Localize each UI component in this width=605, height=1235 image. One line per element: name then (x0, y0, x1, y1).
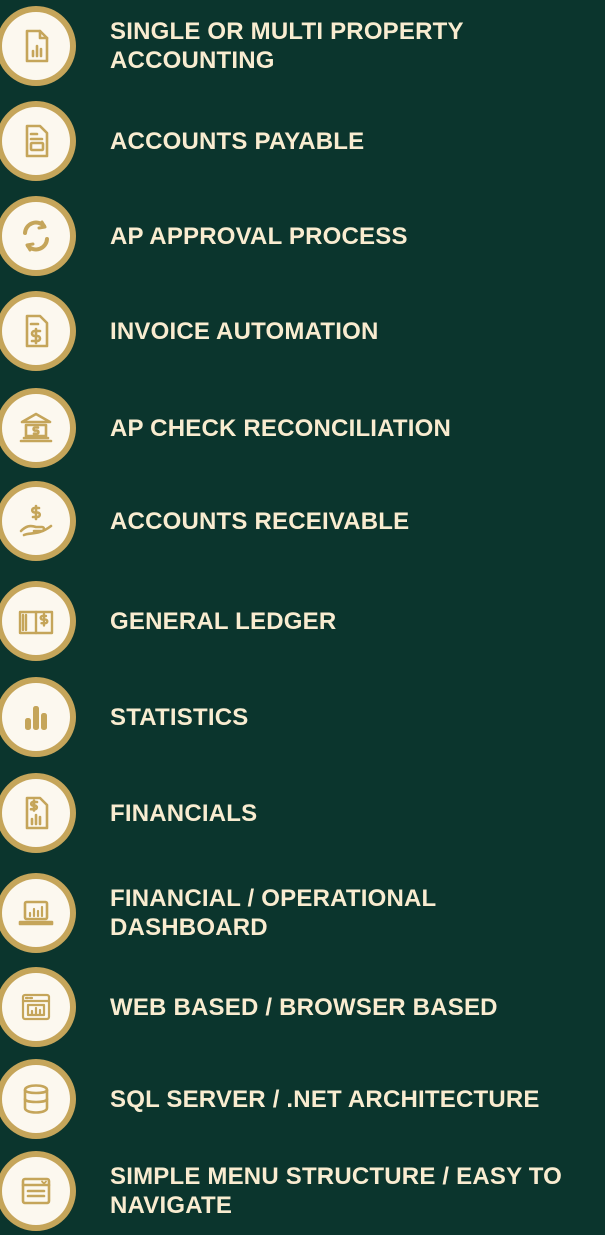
feature-item-sql-server: SQL SERVER / .NET ARCHITECTURE (0, 1059, 605, 1139)
feature-item-accounts-payable: ACCOUNTS PAYABLE (0, 101, 605, 181)
refresh-cycle-icon (2, 202, 70, 270)
feature-label: ACCOUNTS PAYABLE (110, 127, 365, 155)
feature-label: AP CHECK RECONCILIATION (110, 414, 452, 442)
feature-badge (0, 6, 76, 86)
feature-badge (0, 1059, 76, 1139)
feature-badge (0, 873, 76, 953)
feature-label: FINANCIAL / OPERATIONAL DASHBOARD (110, 885, 436, 941)
feature-list: SINGLE OR MULTI PROPERTY ACCOUNTING ACCO… (0, 0, 605, 1235)
feature-badge (0, 773, 76, 853)
feature-item-invoice-automation: INVOICE AUTOMATION (0, 291, 605, 371)
document-chart-icon (2, 12, 70, 80)
database-icon (2, 1065, 70, 1133)
feature-label: SQL SERVER / .NET ARCHITECTURE (110, 1085, 540, 1113)
feature-item-dashboard: FINANCIAL / OPERATIONAL DASHBOARD (0, 873, 605, 953)
feature-label: AP APPROVAL PROCESS (110, 222, 408, 250)
bank-icon (2, 394, 70, 462)
menu-window-icon (2, 1157, 70, 1225)
invoice-document-icon (2, 107, 70, 175)
feature-item-ap-check-reconciliation: AP CHECK RECONCILIATION (0, 388, 605, 468)
feature-label: SIMPLE MENU STRUCTURE / EASY TO NAVIGATE (110, 1163, 563, 1219)
feature-label: SINGLE OR MULTI PROPERTY ACCOUNTING (110, 18, 464, 74)
feature-item-web-based: WEB BASED / BROWSER BASED (0, 967, 605, 1047)
feature-label: ACCOUNTS RECEIVABLE (110, 507, 410, 535)
feature-badge (0, 291, 76, 371)
feature-item-statistics: STATISTICS (0, 677, 605, 757)
feature-item-property-accounting: SINGLE OR MULTI PROPERTY ACCOUNTING (0, 6, 605, 86)
feature-badge (0, 967, 76, 1047)
feature-badge (0, 388, 76, 468)
feature-item-simple-menu: SIMPLE MENU STRUCTURE / EASY TO NAVIGATE (0, 1151, 605, 1231)
feature-label: STATISTICS (110, 703, 249, 731)
feature-item-ap-approval: AP APPROVAL PROCESS (0, 196, 605, 276)
feature-label: FINANCIALS (110, 799, 258, 827)
dollar-document-icon (2, 297, 70, 365)
laptop-chart-icon (2, 879, 70, 947)
financial-report-icon (2, 779, 70, 847)
feature-badge (0, 677, 76, 757)
feature-badge (0, 581, 76, 661)
feature-label: WEB BASED / BROWSER BASED (110, 993, 498, 1021)
bar-chart-icon (2, 683, 70, 751)
browser-window-icon (2, 973, 70, 1041)
feature-badge (0, 101, 76, 181)
ledger-book-icon (2, 587, 70, 655)
feature-badge (0, 1151, 76, 1231)
feature-item-general-ledger: GENERAL LEDGER (0, 581, 605, 661)
feature-label: GENERAL LEDGER (110, 607, 337, 635)
feature-item-financials: FINANCIALS (0, 773, 605, 853)
feature-item-accounts-receivable: ACCOUNTS RECEIVABLE (0, 481, 605, 561)
feature-badge (0, 196, 76, 276)
hand-money-icon (2, 487, 70, 555)
feature-label: INVOICE AUTOMATION (110, 317, 379, 345)
feature-badge (0, 481, 76, 561)
